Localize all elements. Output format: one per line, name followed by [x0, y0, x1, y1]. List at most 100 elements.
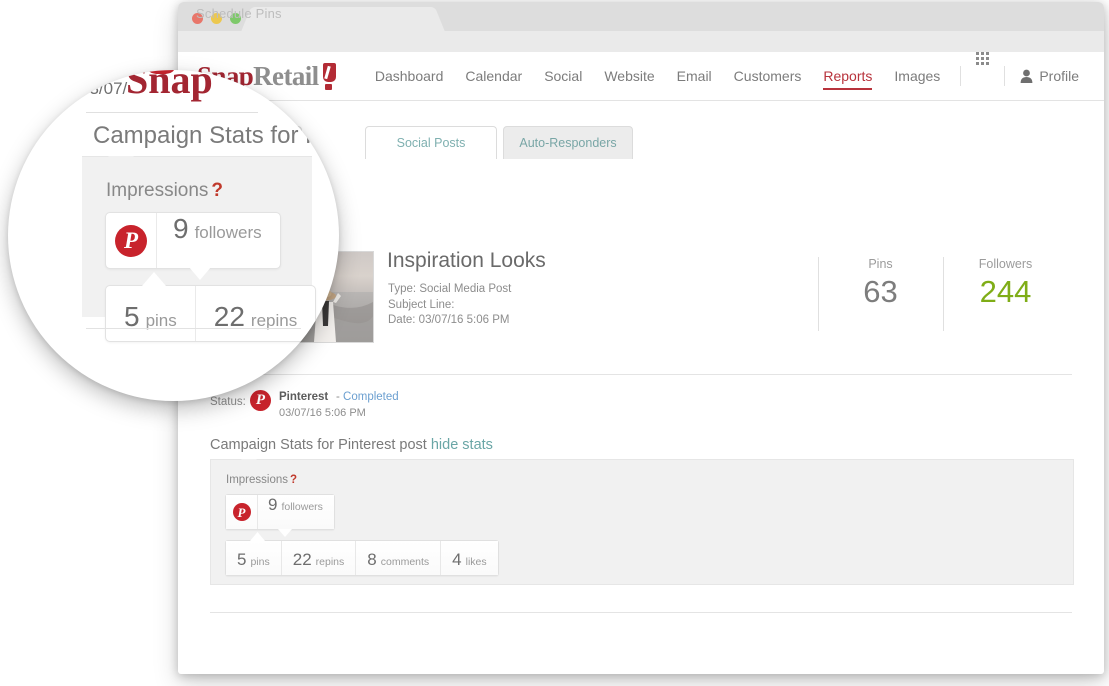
followers-box-notch	[278, 529, 292, 537]
browser-window: Schedule Pins Snap Retail Dashboard Calen…	[178, 2, 1104, 674]
magnified-stats-heading: Campaign Stats for Pin	[93, 122, 339, 149]
metric-pins-label: Pins	[868, 257, 893, 271]
status-timestamp: 03/07/16 5:06 PM	[279, 407, 366, 419]
magnified-followers-notch	[189, 267, 211, 280]
post-subject: Subject Line:	[388, 298, 455, 311]
magnified-stats-panel: Impressions? P 9 followers 5 pins 22 rep…	[82, 156, 317, 342]
campaign-stats-panel: Impressions? P 9 followers 5 pins 22 rep…	[210, 459, 1074, 585]
pinterest-icon: P	[250, 390, 271, 411]
browser-tab-label: Schedule Pins	[196, 6, 282, 21]
magnified-panel-notch	[108, 156, 134, 171]
engagement-stat-boxes: 5 pins 22 repins 8 comments 4 likes	[225, 532, 499, 576]
followers-stat-value-cell: 9 followers	[258, 495, 334, 529]
magnified-divider-bottom	[86, 328, 301, 329]
status-network: Pinterest	[279, 391, 329, 403]
magnified-stat-boxes-notch	[142, 272, 166, 286]
post-meta: Type: Social Media Post Subject Line: Da…	[388, 282, 511, 329]
magnified-followers-unit: followers	[194, 223, 262, 242]
profile-label: Profile	[1039, 68, 1079, 84]
stat-comments-unit: comments	[380, 556, 430, 568]
status-separator: -	[336, 391, 340, 403]
nav-item-email[interactable]: Email	[677, 52, 712, 100]
magnified-followers-icon-cell: P	[106, 213, 157, 268]
stat-box-repins: 22 repins	[281, 541, 357, 575]
metric-pins: Pins 63	[818, 257, 943, 307]
nav-item-reports[interactable]: Reports	[823, 52, 873, 100]
campaign-stats-heading-text: Campaign Stats for Pinterest post	[210, 437, 427, 453]
tab-auto-responders[interactable]: Auto-Responders	[503, 126, 633, 159]
person-icon	[1020, 69, 1033, 83]
magnifier-callout: Snap 03/07/ Campaign Stats for Pin Impre…	[8, 70, 339, 401]
screenshot-stage: Schedule Pins Snap Retail Dashboard Calen…	[0, 0, 1109, 686]
nav-item-customers[interactable]: Customers	[734, 52, 802, 100]
stat-likes-number: 4	[452, 550, 462, 569]
stat-likes-unit: likes	[465, 556, 487, 568]
metric-followers: Followers 244	[943, 257, 1068, 307]
nav-item-social[interactable]: Social	[544, 52, 582, 100]
magnified-stat-boxes: 5 pins 22 repins	[105, 272, 317, 342]
status-state: - Completed	[336, 391, 399, 403]
magnified-date-fragment: 03/07/	[80, 79, 128, 98]
magnified-logo-text: Snap	[126, 70, 213, 102]
nav-item-calendar[interactable]: Calendar	[465, 52, 522, 100]
metric-followers-label: Followers	[978, 257, 1033, 271]
magnified-impressions-help-icon[interactable]: ?	[211, 180, 223, 201]
pinterest-icon: P	[232, 503, 251, 521]
stat-pins-number: 5	[237, 550, 247, 569]
content-divider-top	[210, 374, 1072, 375]
stat-repins-unit: repins	[315, 556, 345, 568]
stat-repins-number: 22	[292, 550, 312, 569]
post-title: Inspiration Looks	[387, 249, 546, 272]
post-date: Date: 03/07/16 5:06 PM	[388, 314, 510, 326]
status-state-text: Completed	[343, 391, 399, 403]
stat-box-pins: 5 pins	[226, 541, 282, 575]
panel-notch	[241, 459, 257, 468]
magnified-stat-box-repins: 22 repins	[196, 286, 315, 341]
logo-exclamation-icon	[322, 62, 337, 90]
pinterest-icon: P	[115, 224, 147, 257]
campaign-stats-heading: Campaign Stats for Pinterest post hide s…	[210, 437, 493, 453]
nav-divider-2	[1004, 66, 1006, 86]
nav-divider	[960, 66, 962, 86]
magnified-followers-box: P 9 followers	[105, 212, 281, 280]
magnified-followers-value-cell: 9 followers	[157, 213, 280, 268]
stat-box-comments: 8 comments	[356, 541, 442, 575]
main-navigation: Dashboard Calendar Social Website Email …	[364, 52, 1090, 100]
app-header: Snap Retail Dashboard Calendar Social Web…	[178, 52, 1104, 101]
report-tabs: Social Posts Auto-Responders	[210, 126, 1072, 160]
apps-grid-button[interactable]	[976, 52, 990, 100]
impressions-label-row: Impressions?	[226, 474, 297, 486]
profile-menu-button[interactable]: Profile	[1020, 52, 1079, 100]
tab-social-posts[interactable]: Social Posts	[365, 126, 497, 159]
browser-tab[interactable]	[258, 7, 428, 32]
browser-toolbar	[178, 31, 1104, 53]
followers-stat-unit: followers	[281, 501, 323, 513]
content-divider-bottom	[210, 612, 1072, 613]
magnified-followers-number: 9	[173, 213, 189, 244]
metric-pins-value: 63	[863, 274, 898, 309]
magnified-divider-top	[86, 112, 258, 113]
impressions-label: Impressions	[226, 474, 288, 486]
followers-stat-number: 9	[268, 495, 278, 514]
status-label: Status:	[210, 396, 246, 408]
nav-item-dashboard[interactable]: Dashboard	[375, 52, 444, 100]
stat-comments-number: 8	[367, 550, 377, 569]
stat-pins-unit: pins	[250, 556, 270, 568]
magnified-logo-fragment: Snap	[126, 70, 213, 103]
nav-item-website[interactable]: Website	[604, 52, 654, 100]
stat-box-likes: 4 likes	[441, 541, 498, 575]
hide-stats-link[interactable]: hide stats	[431, 437, 493, 453]
metric-followers-value: 244	[979, 274, 1032, 309]
report-content: Inspiration Looks Type: Social Media Pos…	[210, 159, 1074, 627]
magnified-impressions-row: Impressions?	[106, 180, 223, 202]
logo-text-retail: Retail	[253, 60, 319, 91]
stat-boxes-notch	[250, 532, 265, 541]
followers-network-icon-cell: P	[226, 495, 258, 529]
nav-item-images[interactable]: Images	[894, 52, 940, 100]
magnified-stat-box-pins: 5 pins	[106, 286, 196, 341]
grid-icon	[976, 52, 990, 65]
impressions-help-icon[interactable]: ?	[290, 474, 297, 486]
followers-stat-box: P 9 followers	[225, 494, 335, 537]
browser-titlebar: Schedule Pins	[178, 2, 1104, 32]
post-type: Type: Social Media Post	[388, 283, 512, 295]
